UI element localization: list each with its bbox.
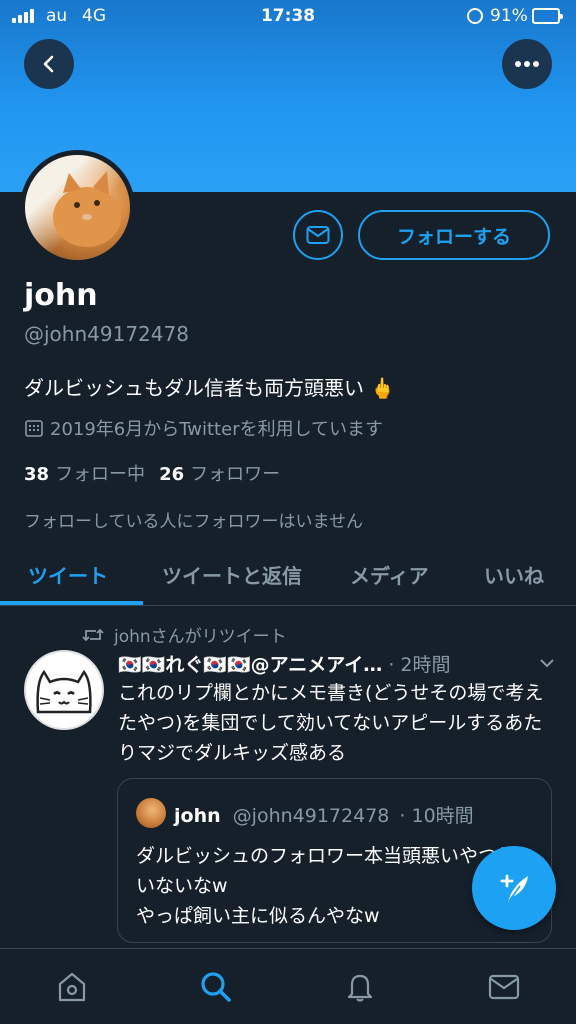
bio: ダルビッシュもダル信者も両方頭悪い 🖕	[24, 376, 396, 400]
home-icon	[58, 972, 86, 1002]
tweet-text: これのリプ欄とかにメモ書き(どうせその場で考えたやつ)を集団でして効いてないアピ…	[118, 682, 544, 764]
quoted-tweet-time: · 10時間	[399, 805, 474, 827]
following-count: 38	[24, 464, 50, 485]
status-bar: au 4G 17:38 91%	[0, 0, 576, 34]
tweet-author-avatar[interactable]	[24, 650, 104, 730]
tab-tweets-replies[interactable]: ツイートと返信	[162, 560, 302, 589]
retweet-context-text: johnさんがリツイート	[114, 627, 287, 647]
no-common-followers: フォローしている人にフォロワーはいません	[24, 512, 363, 532]
profile-tabs: ツイート ツイートと返信 メディア いいね	[0, 548, 576, 606]
battery-percent: 91%	[490, 6, 528, 26]
followers-count: 26	[159, 464, 185, 485]
orientation-lock-icon	[467, 8, 483, 24]
notifications-icon	[347, 974, 373, 1002]
more-horizontal-icon	[515, 61, 539, 67]
message-button[interactable]	[293, 210, 343, 260]
display-name: john	[24, 278, 98, 313]
nav-notifications[interactable]	[340, 967, 380, 1007]
more-options-button[interactable]	[502, 39, 552, 89]
tab-likes[interactable]: いいね	[484, 560, 544, 589]
handle: @john49172478	[24, 322, 189, 346]
quoted-tweet-header: john @john49172478 · 10時間	[174, 801, 474, 828]
quoted-author-handle: @john49172478	[232, 805, 390, 827]
battery-icon	[532, 8, 563, 24]
feather-plus-icon	[500, 874, 528, 902]
follow-stats: 38 フォロー中 26 フォロワー	[24, 460, 280, 486]
chevron-down-icon[interactable]	[538, 654, 556, 672]
chevron-left-icon	[43, 55, 54, 73]
search-icon	[201, 972, 231, 1002]
envelope-icon	[306, 226, 330, 244]
profile-avatar[interactable]	[20, 150, 135, 265]
retweet-icon	[82, 628, 104, 641]
tweet-header: 🇰🇷🇰🇷れぐ🇰🇷🇰🇷@アニメアイ… · 2時間	[118, 650, 558, 677]
nav-home[interactable]	[52, 967, 92, 1007]
following-link[interactable]: 38 フォロー中	[24, 460, 145, 486]
joined-text: 2019年6月からTwitterを利用しています	[50, 419, 384, 440]
followers-link[interactable]: 26 フォロワー	[159, 460, 280, 486]
tab-media[interactable]: メディア	[350, 560, 429, 589]
nav-messages[interactable]	[484, 967, 524, 1007]
tab-tweets[interactable]: ツイート	[28, 560, 108, 589]
tweet-author-name[interactable]: 🇰🇷🇰🇷れぐ🇰🇷🇰🇷@アニメアイ…	[118, 650, 382, 677]
calendar-icon	[25, 420, 43, 437]
compose-tweet-button[interactable]	[472, 846, 556, 930]
quoted-author-avatar	[136, 798, 166, 828]
bottom-navigation	[0, 948, 576, 1024]
followers-label: フォロワー	[190, 464, 281, 485]
tweet-time: · 2時間	[388, 654, 451, 676]
messages-icon	[488, 974, 520, 1000]
joined-date: 2019年6月からTwitterを利用しています	[24, 415, 383, 441]
quoted-author-name: john	[174, 805, 221, 827]
active-tab-indicator	[0, 601, 143, 605]
following-label: フォロー中	[55, 464, 146, 485]
follow-button[interactable]: フォローする	[358, 210, 550, 260]
back-button[interactable]	[24, 39, 74, 89]
nav-search[interactable]	[196, 967, 236, 1007]
retweet-context: johnさんがリツイート	[82, 622, 287, 647]
